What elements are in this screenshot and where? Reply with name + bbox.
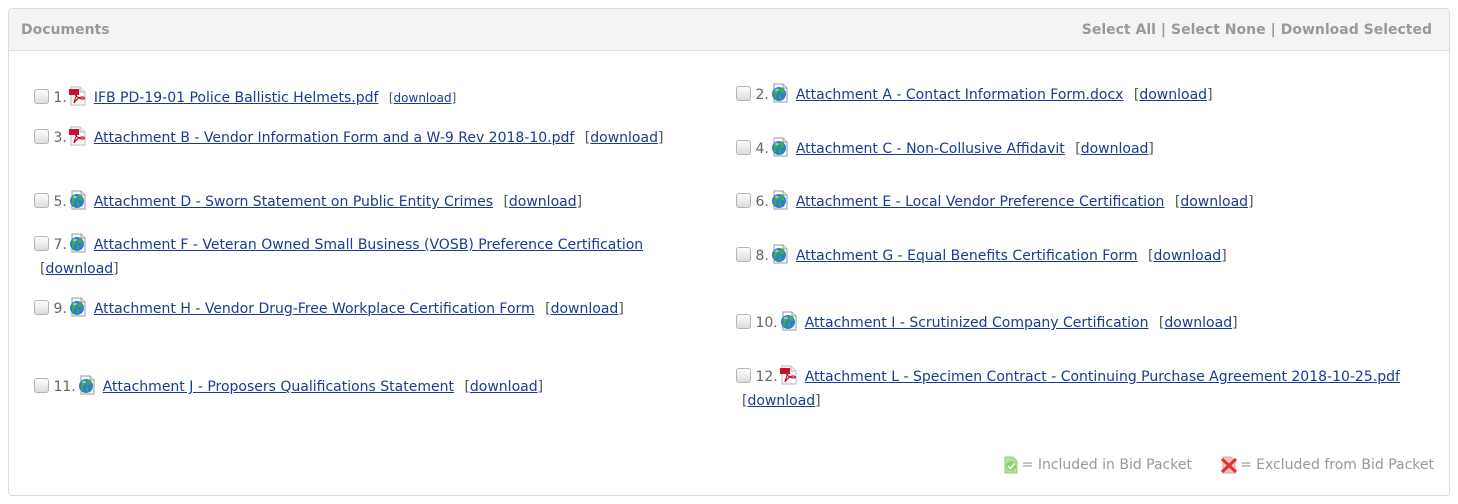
document-item: 12. Attachment L - Specimen Contract - C… bbox=[736, 365, 1426, 413]
document-checkbox[interactable] bbox=[34, 300, 49, 315]
document-item: 9. Attachment H - Vendor Drug-Free Workp… bbox=[34, 297, 714, 321]
globe-document-icon bbox=[770, 137, 790, 157]
legend-excluded: = Excluded from Bid Packet bbox=[1220, 456, 1434, 474]
document-number: 3. bbox=[53, 130, 67, 146]
download-wrapper: [download] bbox=[40, 261, 119, 277]
download-wrapper: [download] bbox=[503, 194, 583, 210]
download-wrapper: [download] bbox=[742, 393, 821, 409]
document-item: 4. Attachment C - Non-Collusive Affidavi… bbox=[736, 137, 1426, 161]
document-link[interactable]: Attachment F - Veteran Owned Small Busin… bbox=[94, 237, 643, 253]
included-in-packet-icon bbox=[1002, 456, 1020, 474]
document-item: 3. Attachment B - Vendor Information For… bbox=[34, 126, 714, 150]
document-link[interactable]: Attachment I - Scrutinized Company Certi… bbox=[805, 315, 1149, 331]
excluded-from-packet-icon bbox=[1220, 456, 1238, 474]
document-link[interactable]: Attachment L - Specimen Contract - Conti… bbox=[805, 369, 1400, 385]
document-number: 2. bbox=[755, 87, 769, 103]
action-separator: | bbox=[1270, 21, 1276, 38]
document-checkbox[interactable] bbox=[736, 247, 751, 262]
download-link[interactable]: download bbox=[747, 393, 815, 409]
document-checkbox[interactable] bbox=[736, 140, 751, 155]
document-link[interactable]: Attachment J - Proposers Qualifications … bbox=[103, 379, 454, 395]
document-checkbox[interactable] bbox=[34, 89, 49, 104]
document-item: 11. Attachment J - Proposers Qualificati… bbox=[34, 375, 714, 399]
document-checkbox[interactable] bbox=[736, 193, 751, 208]
document-item: 6. Attachment E - Local Vendor Preferenc… bbox=[736, 190, 1426, 214]
document-link[interactable]: Attachment G - Equal Benefits Certificat… bbox=[796, 248, 1138, 264]
document-item: 7. Attachment F - Veteran Owned Small Bu… bbox=[34, 233, 714, 281]
download-link[interactable]: download bbox=[1154, 248, 1222, 264]
header-actions: Select All | Select None | Download Selected bbox=[1082, 22, 1432, 38]
download-link[interactable]: download bbox=[509, 194, 577, 210]
globe-document-icon bbox=[779, 311, 799, 331]
globe-document-icon bbox=[68, 190, 88, 210]
globe-document-icon bbox=[68, 297, 88, 317]
bid-packet-legend: = Included in Bid Packet = Excluded from… bbox=[1002, 456, 1434, 474]
document-number: 6. bbox=[755, 194, 769, 210]
document-link[interactable]: Attachment E - Local Vendor Preference C… bbox=[796, 194, 1165, 210]
pdf-icon bbox=[68, 126, 88, 146]
globe-document-icon bbox=[770, 83, 790, 103]
legend-excluded-text: = Excluded from Bid Packet bbox=[1239, 457, 1434, 473]
download-link[interactable]: download bbox=[470, 379, 538, 395]
document-checkbox[interactable] bbox=[736, 86, 751, 101]
document-item: 2. Attachment A - Contact Information Fo… bbox=[736, 83, 1426, 107]
download-link[interactable]: download bbox=[590, 130, 658, 146]
download-wrapper: [download] bbox=[1174, 194, 1254, 210]
globe-document-icon bbox=[77, 375, 97, 395]
document-checkbox[interactable] bbox=[736, 314, 751, 329]
panel-title: Documents bbox=[21, 21, 110, 38]
document-checkbox[interactable] bbox=[736, 368, 751, 383]
document-link[interactable]: Attachment B - Vendor Information Form a… bbox=[94, 130, 575, 146]
download-link[interactable]: download bbox=[1180, 194, 1248, 210]
download-wrapper: [download] bbox=[464, 379, 544, 395]
download-link[interactable]: download bbox=[45, 261, 113, 277]
download-link[interactable]: download bbox=[1139, 87, 1207, 103]
document-link[interactable]: Attachment C - Non-Collusive Affidavit bbox=[796, 141, 1065, 157]
download-wrapper: [download] bbox=[1075, 141, 1154, 157]
document-link[interactable]: Attachment D - Sworn Statement on Public… bbox=[94, 194, 493, 210]
download-link[interactable]: download bbox=[394, 91, 452, 105]
download-link[interactable]: download bbox=[1081, 141, 1149, 157]
download-wrapper: [download] bbox=[1148, 248, 1227, 264]
download-link[interactable]: download bbox=[551, 301, 619, 317]
download-link[interactable]: download bbox=[1164, 315, 1232, 331]
legend-included-text: = Included in Bid Packet bbox=[1021, 457, 1192, 473]
action-separator: | bbox=[1160, 21, 1167, 38]
pdf-icon bbox=[68, 86, 88, 106]
pdf-icon bbox=[779, 365, 799, 385]
document-item: 5. Attachment D - Sworn Statement on Pub… bbox=[34, 190, 714, 214]
document-number: 12. bbox=[755, 369, 778, 385]
download-wrapper: [download] bbox=[1158, 315, 1238, 331]
select-all-link[interactable]: Select All bbox=[1082, 22, 1156, 38]
download-wrapper: [download] bbox=[584, 130, 664, 146]
document-number: 7. bbox=[53, 237, 67, 253]
select-none-link[interactable]: Select None bbox=[1171, 22, 1266, 38]
document-item: 8. Attachment G - Equal Benefits Certifi… bbox=[736, 244, 1426, 268]
document-item: 10. Attachment I - Scrutinized Company C… bbox=[736, 311, 1426, 335]
panel-header: Documents Select All | Select None | Downloa… bbox=[9, 9, 1449, 51]
globe-document-icon bbox=[770, 190, 790, 210]
document-number: 1. bbox=[53, 90, 67, 106]
globe-document-icon bbox=[770, 244, 790, 264]
document-number: 11. bbox=[53, 379, 76, 395]
document-number: 9. bbox=[53, 301, 67, 317]
document-number: 8. bbox=[755, 248, 769, 264]
document-checkbox[interactable] bbox=[34, 236, 49, 251]
download-selected-link[interactable]: Download Selected bbox=[1281, 22, 1432, 38]
document-number: 5. bbox=[53, 194, 67, 210]
download-wrapper: [download] bbox=[388, 91, 457, 105]
download-wrapper: [download] bbox=[1133, 87, 1213, 103]
document-checkbox[interactable] bbox=[34, 378, 49, 393]
legend-included: = Included in Bid Packet bbox=[1002, 456, 1192, 474]
globe-document-icon bbox=[68, 233, 88, 253]
document-number: 4. bbox=[755, 141, 769, 157]
document-link[interactable]: Attachment A - Contact Information Form.… bbox=[796, 87, 1124, 103]
download-wrapper: [download] bbox=[545, 301, 624, 317]
document-checkbox[interactable] bbox=[34, 129, 49, 144]
document-number: 10. bbox=[755, 315, 778, 331]
document-checkbox[interactable] bbox=[34, 193, 49, 208]
document-link[interactable]: Attachment H - Vendor Drug-Free Workplac… bbox=[94, 301, 535, 317]
document-link[interactable]: IFB PD-19-01 Police Ballistic Helmets.pd… bbox=[94, 90, 379, 106]
document-item: 1. IFB PD-19-01 Police Ballistic Helmets… bbox=[34, 86, 714, 110]
